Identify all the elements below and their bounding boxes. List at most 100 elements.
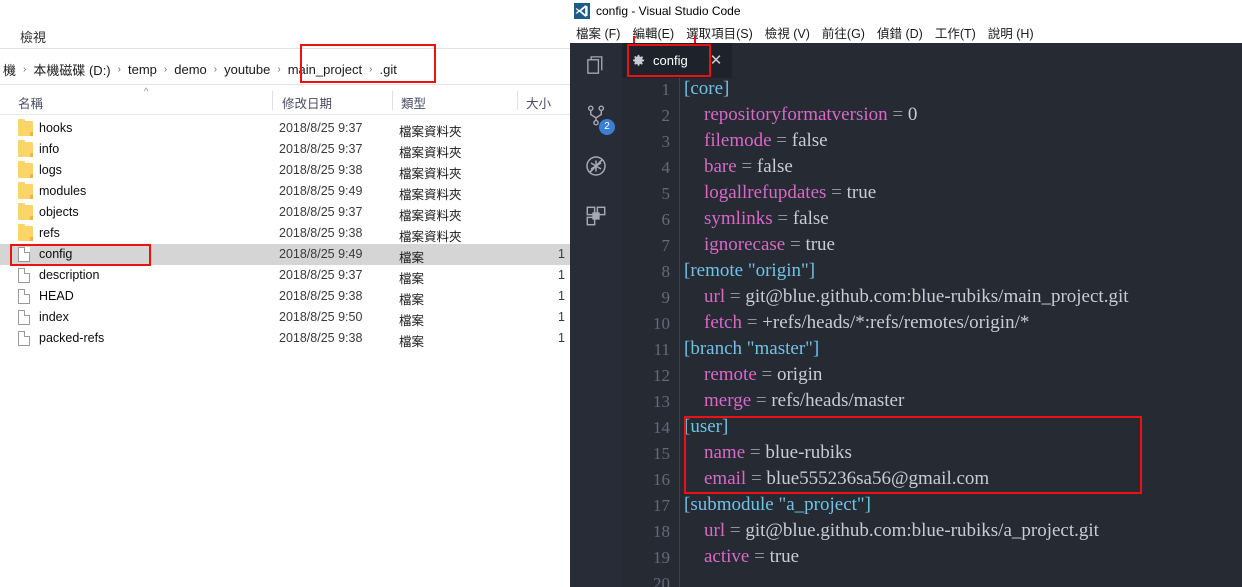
config-equals: = <box>725 286 746 307</box>
line-number: 10 <box>653 314 670 333</box>
code-line-content: active = true <box>684 546 799 568</box>
file-size: 1 <box>558 289 565 303</box>
config-value: true <box>805 234 835 255</box>
file-type: 檔案資料夾 <box>399 188 462 202</box>
activity-item-explorer[interactable] <box>570 43 622 93</box>
line-number: 20 <box>653 574 670 587</box>
code-line-content: ignorecase = true <box>684 234 835 256</box>
line-number: 9 <box>661 288 671 307</box>
source-control-badge: 2 <box>599 119 615 135</box>
config-section-header: [core] <box>684 78 730 99</box>
menu-item-2[interactable]: 選取項目(S) <box>680 21 759 44</box>
column-header-size[interactable]: 大小 <box>526 93 551 112</box>
file-row[interactable]: packed-refs 2018/8/25 9:38 檔案 1 <box>0 328 570 349</box>
file-date-modified: 2018/8/25 9:37 <box>279 205 363 219</box>
file-row[interactable]: refs 2018/8/25 9:38 檔案資料夾 <box>0 223 570 244</box>
menu-item-5[interactable]: 偵錯 (D) <box>871 21 929 44</box>
file-type: 檔案資料夾 <box>399 146 462 160</box>
file-row[interactable]: objects 2018/8/25 9:37 檔案資料夾 <box>0 202 570 223</box>
code-line: 9 url = git@blue.github.com:blue-rubiks/m… <box>622 286 1242 312</box>
config-equals: = <box>751 390 772 411</box>
line-number: 13 <box>653 392 670 411</box>
editor-tab-label: config <box>653 53 688 68</box>
config-key: filemode <box>704 130 772 151</box>
config-section-header: [branch "master"] <box>684 338 820 359</box>
file-row[interactable]: info 2018/8/25 9:37 檔案資料夾 <box>0 139 570 160</box>
menu-item-0[interactable]: 檔案 (F) <box>570 21 626 44</box>
line-number: 14 <box>653 418 670 437</box>
code-line: 11 [branch "master"] <box>622 338 1242 364</box>
file-date-modified: 2018/8/25 9:50 <box>279 310 363 324</box>
extensions-icon <box>585 205 607 232</box>
file-icon <box>18 331 30 346</box>
breadcrumb-separator-icon: › <box>163 63 168 75</box>
file-row[interactable]: modules 2018/8/25 9:49 檔案資料夾 <box>0 181 570 202</box>
address-bar-breadcrumb[interactable]: 機 › 本機磁碟 (D:) › temp › demo › youtube › main_proje… <box>0 56 570 82</box>
file-row[interactable]: config 2018/8/25 9:49 檔案 1 <box>0 244 570 265</box>
config-value: false <box>756 156 793 177</box>
column-divider-3[interactable] <box>517 91 518 110</box>
code-line: 17 [submodule "a_project"] <box>622 494 1242 520</box>
column-divider-2[interactable] <box>392 91 393 110</box>
breadcrumb-item[interactable]: .git <box>377 61 400 78</box>
file-date-modified: 2018/8/25 9:38 <box>279 331 363 345</box>
menu-item-3[interactable]: 檢視 (V) <box>759 21 816 44</box>
activity-item-extensions[interactable] <box>570 193 622 243</box>
file-icon <box>18 289 30 304</box>
config-equals: = <box>725 520 746 541</box>
activity-item-source-control[interactable]: 2 <box>570 93 622 143</box>
file-name: refs <box>39 226 60 240</box>
breadcrumb-item[interactable]: demo <box>171 61 210 78</box>
file-row[interactable]: hooks 2018/8/25 9:37 檔案資料夾 <box>0 118 570 139</box>
file-row[interactable]: index 2018/8/25 9:50 檔案 1 <box>0 307 570 328</box>
code-line-content: logallrefupdates = true <box>684 182 876 204</box>
line-number: 3 <box>661 132 671 151</box>
breadcrumb-separator-icon: › <box>369 63 373 75</box>
line-number: 8 <box>661 262 671 281</box>
file-row[interactable]: HEAD 2018/8/25 9:38 檔案 1 <box>0 286 570 307</box>
breadcrumb-item[interactable]: temp <box>125 61 160 78</box>
breadcrumb-item[interactable]: youtube <box>221 61 273 78</box>
breadcrumb-item[interactable]: main_project <box>285 61 365 78</box>
menu-item-1[interactable]: 編輯(E) <box>626 21 680 44</box>
folder-icon <box>18 119 33 136</box>
code-line-content: [submodule "a_project"] <box>684 494 871 516</box>
folder-icon <box>18 224 33 241</box>
code-line-content: name = blue-rubiks <box>684 442 852 464</box>
code-line: 5 logallrefupdates = true <box>622 182 1242 208</box>
file-icon <box>18 268 30 283</box>
code-line: 19 active = true <box>622 546 1242 572</box>
menu-item-4[interactable]: 前往(G) <box>816 21 871 44</box>
code-editor[interactable]: 1 [core] 2 repositoryformatversion = 0 3 file… <box>622 78 1242 587</box>
file-date-modified: 2018/8/25 9:37 <box>279 142 363 156</box>
column-header-type[interactable]: 類型 <box>401 93 426 112</box>
config-equals: = <box>749 546 770 567</box>
file-name: index <box>39 310 69 324</box>
file-row[interactable]: description 2018/8/25 9:37 檔案 1 <box>0 265 570 286</box>
file-row[interactable]: logs 2018/8/25 9:38 檔案資料夾 <box>0 160 570 181</box>
folder-icon <box>18 182 33 199</box>
editor-tab-config[interactable]: config ✕ <box>622 43 733 78</box>
file-date-modified: 2018/8/25 9:37 <box>279 268 363 282</box>
file-type: 檔案 <box>399 293 425 307</box>
config-key: bare <box>704 156 737 177</box>
explorer-ribbon-tabs: 檢視 <box>0 22 570 48</box>
menu-item-6[interactable]: 工作(T) <box>929 21 982 44</box>
ribbon-tab-view[interactable]: 檢視 <box>14 25 52 48</box>
windows-explorer-window: 檢視 機 › 本機磁碟 (D:) › temp › demo › youtube › main_pr… <box>0 0 570 587</box>
code-line: 8 [remote "origin"] <box>622 260 1242 286</box>
column-divider-1[interactable] <box>272 91 273 110</box>
code-line-content: filemode = false <box>684 130 828 152</box>
gear-icon <box>631 53 646 68</box>
code-line-content: email = blue555236sa56@gmail.com <box>684 468 989 490</box>
column-header-name[interactable]: 名稱 <box>18 93 43 112</box>
menu-item-7[interactable]: 說明 (H) <box>982 21 1040 44</box>
breadcrumb-item[interactable]: 機 <box>0 59 19 80</box>
breadcrumb-item[interactable]: 本機磁碟 (D:) <box>30 59 113 80</box>
line-number: 5 <box>661 184 671 203</box>
config-value: false <box>791 130 828 151</box>
close-icon[interactable]: ✕ <box>710 53 723 68</box>
column-header-date-modified[interactable]: 修改日期 <box>282 93 332 112</box>
activity-item-debug[interactable] <box>570 143 622 193</box>
file-size: 1 <box>558 331 565 345</box>
